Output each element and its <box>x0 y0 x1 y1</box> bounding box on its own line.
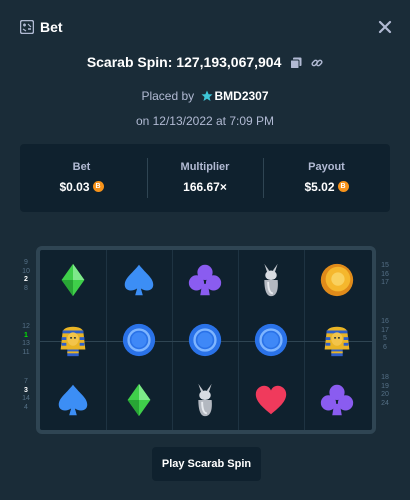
star-icon <box>201 90 212 101</box>
left-payline-numbers-top: 9 10 2 8 <box>19 259 33 293</box>
left-payline-numbers-mid: 12 1 13 11 <box>19 323 33 357</box>
close-icon[interactable] <box>376 18 394 36</box>
bet-stat: Bet $0.03 <box>20 144 143 212</box>
copy-icon[interactable] <box>290 57 302 69</box>
payout-value-row: $5.02 <box>263 180 390 194</box>
spin-title-row: Scarab Spin: 127,193,067,904 <box>0 54 410 70</box>
payout-label: Payout <box>308 161 345 173</box>
placed-by-row: Placed by BMD2307 <box>0 89 410 103</box>
modal-header: Bet <box>0 0 410 56</box>
left-payline-numbers-bottom: 7 3 14 4 <box>19 378 33 412</box>
reel-1-row-1 <box>40 250 106 310</box>
multiplier-value: 166.67× <box>183 180 227 194</box>
gold-coin-icon <box>320 263 354 297</box>
payline-number: 2 <box>24 276 28 283</box>
blue-gem-icon <box>254 323 288 357</box>
anubis-statue-icon <box>198 383 212 417</box>
payline-number: 4 <box>24 403 28 411</box>
reel-2-row-3 <box>106 370 172 430</box>
payline-number: 15 <box>381 262 389 269</box>
payout-stat: Payout $5.02 <box>263 144 390 212</box>
green-diamond-icon <box>61 263 85 297</box>
payline-number: 16 <box>381 270 389 278</box>
multiplier-label: Multiplier <box>180 161 230 173</box>
red-heart-icon <box>255 385 287 415</box>
payline-number: 19 <box>381 382 389 390</box>
slot-reels-grid <box>36 246 376 434</box>
right-payline-numbers-bottom: 18 19 20 24 <box>378 374 392 408</box>
bet-value: $0.03 <box>59 180 90 194</box>
multiplier-stat: Multiplier 166.67× <box>147 144 263 212</box>
payline-number: 24 <box>381 399 389 407</box>
payline-number: 1 <box>24 331 28 339</box>
payline-number: 9 <box>24 259 28 266</box>
payline-number: 6 <box>383 343 387 351</box>
payout-value: $5.02 <box>304 180 335 194</box>
bet-stats-panel: Bet $0.03 Multiplier 166.67× Payout $5.0… <box>20 144 390 212</box>
placed-by-label: Placed by <box>141 89 195 103</box>
green-diamond-icon <box>127 383 151 417</box>
payline-number: 13 <box>22 340 30 347</box>
right-payline-numbers-top: 15 16 17 <box>378 262 392 288</box>
bet-label: Bet <box>72 161 91 173</box>
payline-number: 17 <box>381 279 389 286</box>
reel-1-row-2 <box>40 310 106 370</box>
reel-4-row-2 <box>238 310 304 370</box>
payline-number: 12 <box>22 323 30 330</box>
payline-number: 7 <box>24 378 28 385</box>
reel-1-row-3 <box>40 370 106 430</box>
modal-title: Bet <box>40 19 63 35</box>
payline-number: 17 <box>381 326 389 334</box>
payline-number: 11 <box>22 348 30 356</box>
bitcoin-icon <box>92 181 104 192</box>
reel-2-row-2 <box>106 310 172 370</box>
bet-date: on 12/13/2022 at 7:09 PM <box>135 114 275 128</box>
link-icon[interactable] <box>311 57 323 69</box>
blue-gem-icon <box>122 323 156 357</box>
payline-number: 20 <box>381 391 389 398</box>
username-link[interactable]: BMD2307 <box>215 89 269 103</box>
right-payline-numbers-mid: 16 17 5 6 <box>378 318 392 352</box>
payline-number: 16 <box>381 318 389 325</box>
reel-4-row-1 <box>238 250 304 310</box>
payline-number: 18 <box>381 374 389 381</box>
bet-slip-icon <box>20 20 34 34</box>
payline-number: 5 <box>383 335 387 342</box>
reel-2-row-1 <box>106 250 172 310</box>
bet-value-row: $0.03 <box>20 180 143 194</box>
reel-5-row-3 <box>304 370 370 430</box>
bitcoin-icon <box>337 181 349 192</box>
payline-number: 8 <box>24 284 28 292</box>
pharaoh-icon <box>324 326 350 357</box>
spin-title: Scarab Spin: 127,193,067,904 <box>86 54 282 70</box>
pharaoh-icon <box>60 326 86 357</box>
reel-3-row-3 <box>172 370 238 430</box>
payline-number: 10 <box>22 267 30 275</box>
reel-5-row-1 <box>304 250 370 310</box>
reel-4-row-3 <box>238 370 304 430</box>
reel-3-row-1 <box>172 250 238 310</box>
reel-5-row-2 <box>304 310 370 370</box>
purple-club-icon <box>188 264 222 296</box>
payline-number: 3 <box>24 386 28 394</box>
purple-club-icon <box>320 384 354 416</box>
payline-number: 14 <box>22 395 30 402</box>
blue-spade-icon <box>124 264 154 296</box>
blue-spade-icon <box>58 384 88 416</box>
anubis-statue-icon <box>264 263 278 297</box>
blue-gem-icon <box>188 323 222 357</box>
play-scarab-spin-button[interactable]: Play Scarab Spin <box>152 447 261 481</box>
reel-3-row-2 <box>172 310 238 370</box>
